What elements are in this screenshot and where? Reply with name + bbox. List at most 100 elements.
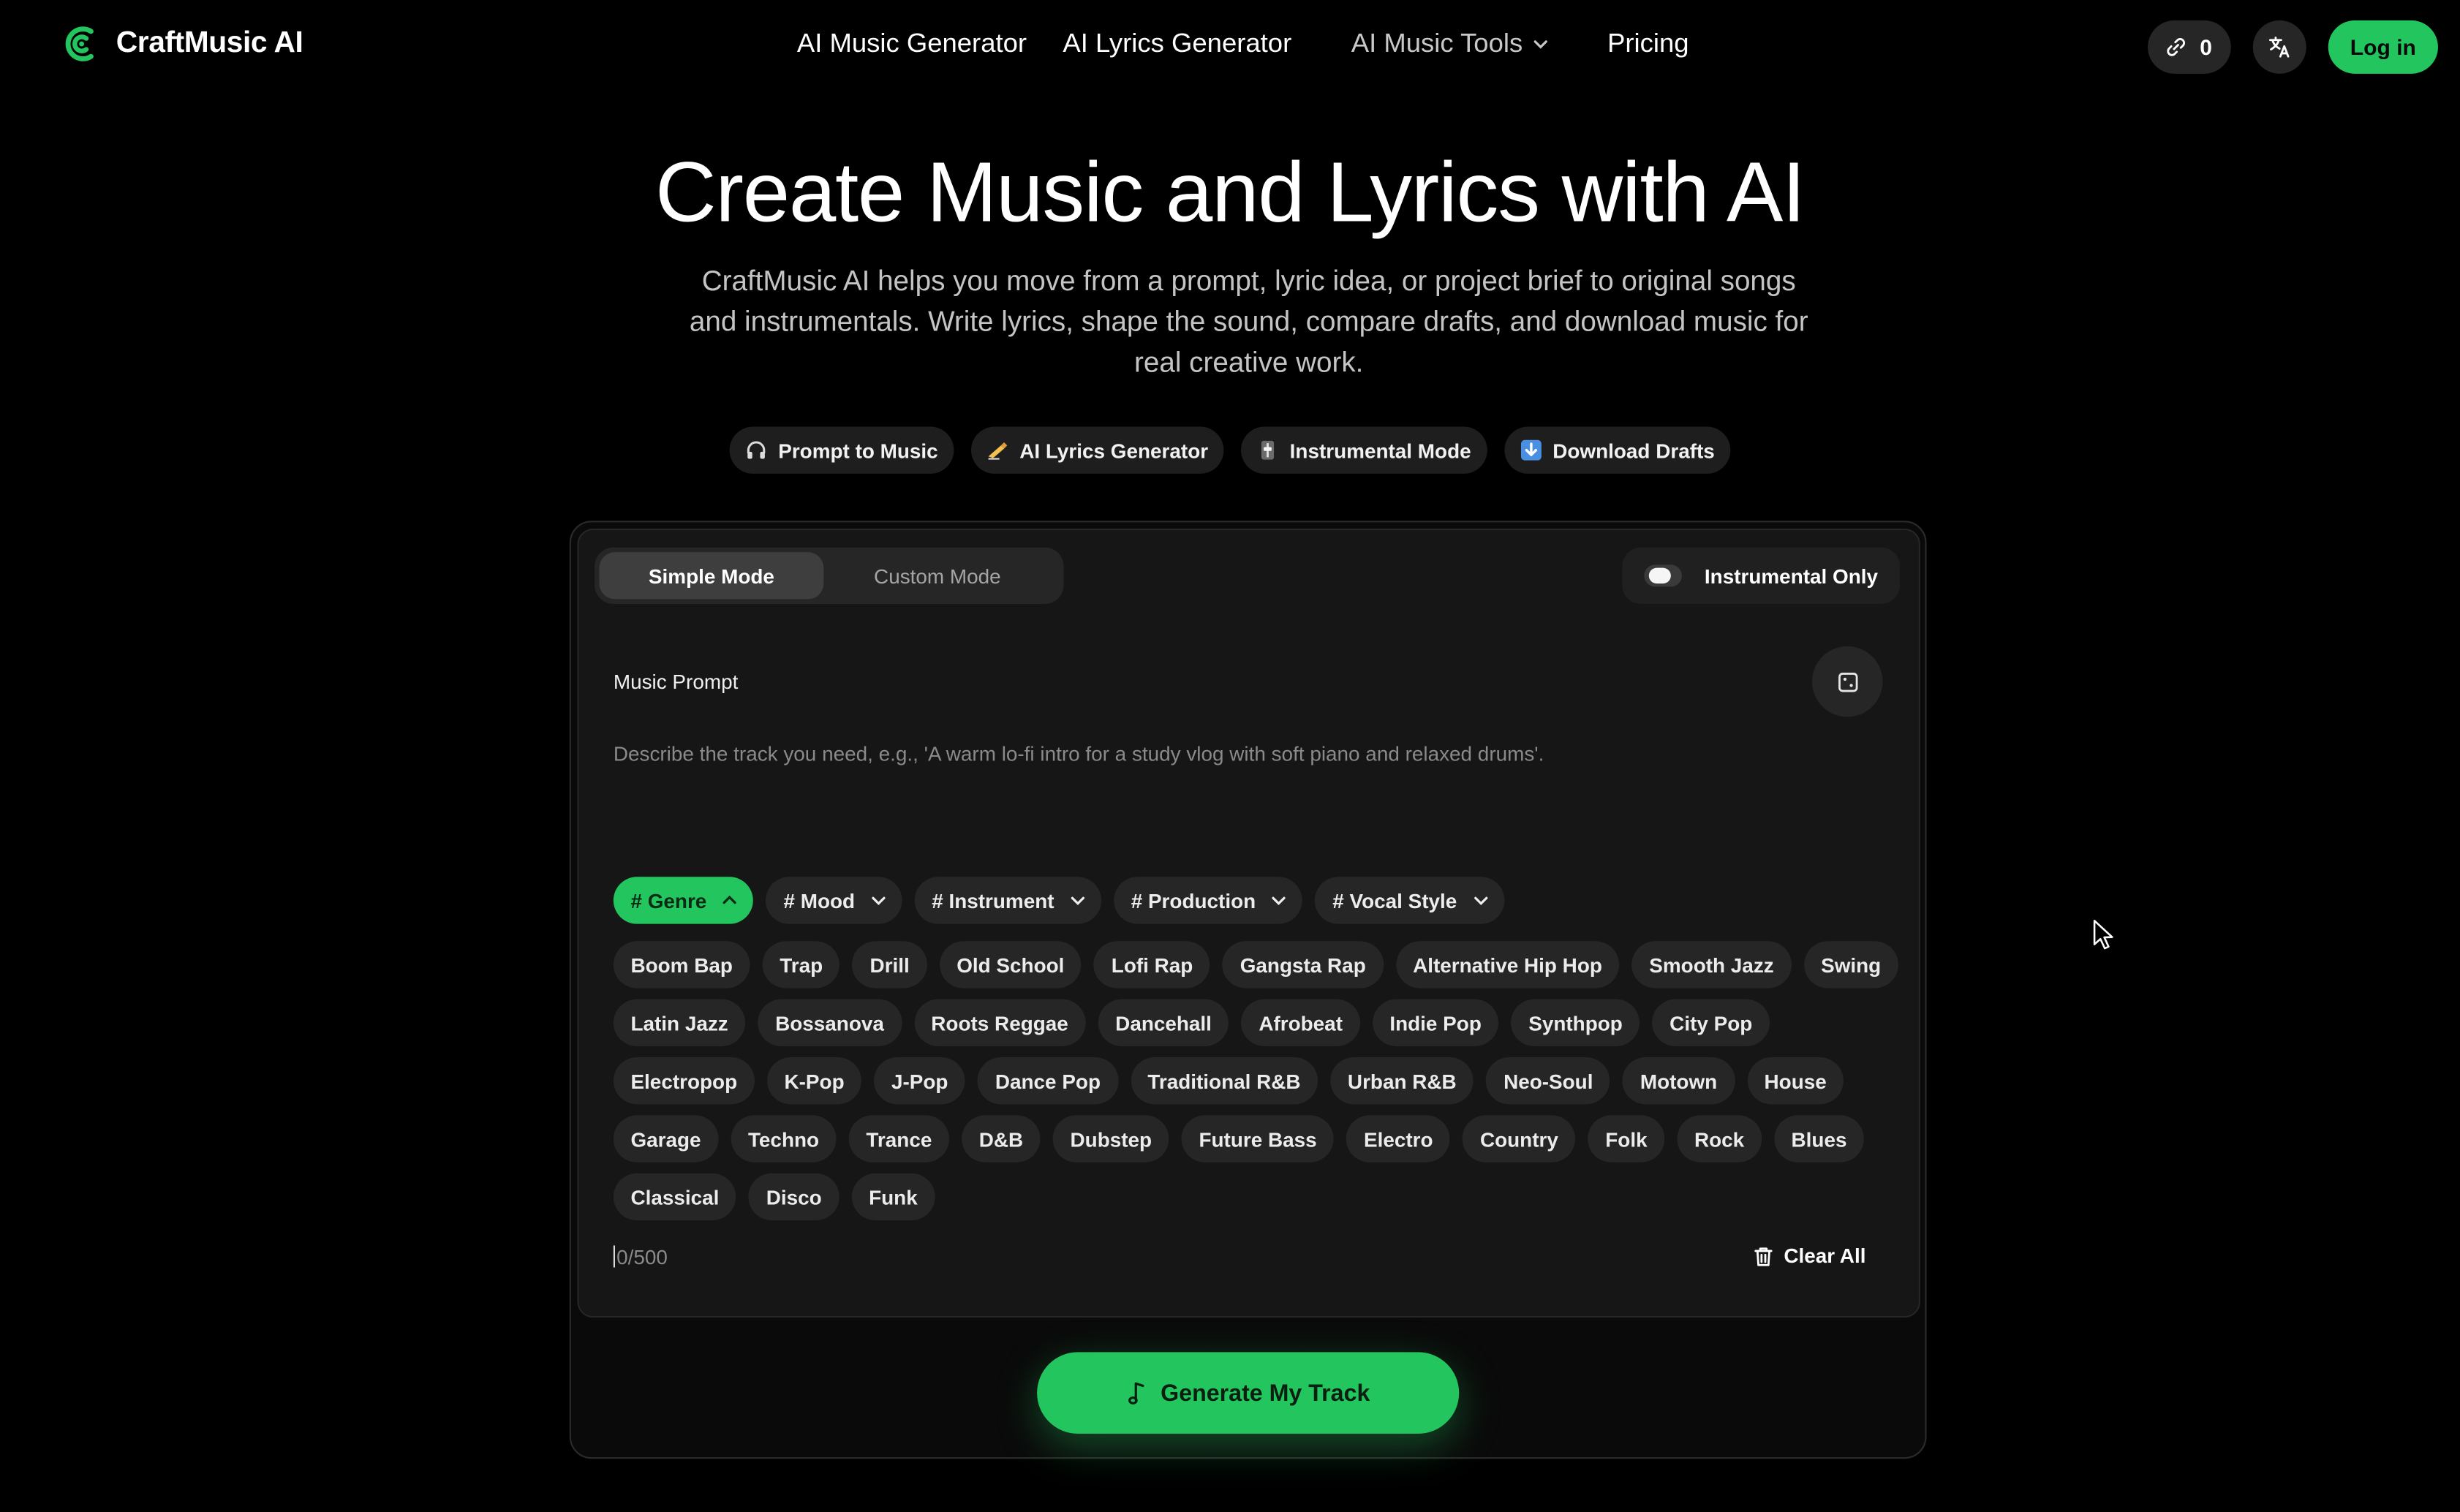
download-arrow-icon [1520, 439, 1542, 461]
generate-track-button[interactable]: Generate My Track [1037, 1352, 1460, 1434]
page-title: Create Music and Lyrics with AI [655, 145, 1806, 241]
instrumental-only-toggle[interactable]: Instrumental Only [1623, 547, 1901, 604]
category-genre[interactable]: # Genre [613, 877, 754, 924]
nav-ai-music-tools-label: AI Music Tools [1351, 28, 1523, 58]
feature-download-drafts: Download Drafts [1503, 426, 1731, 474]
genre-tag[interactable]: Smooth Jazz [1631, 941, 1792, 989]
genre-tag[interactable]: K-Pop [766, 1056, 862, 1105]
custom-mode-tab[interactable]: Custom Mode [823, 552, 1051, 599]
genre-tag[interactable]: Dubstep [1052, 1115, 1169, 1163]
category-mood[interactable]: # Mood [766, 877, 902, 924]
toggle-switch[interactable] [1645, 564, 1683, 587]
toggle-knob [1649, 567, 1672, 584]
nav-ai-music-tools[interactable]: AI Music Tools [1351, 29, 1548, 60]
genre-tag[interactable]: Motown [1623, 1056, 1735, 1105]
genre-tag[interactable]: Drill [852, 941, 927, 989]
genre-tag[interactable]: Country [1463, 1115, 1576, 1163]
genre-tag[interactable]: Synthpop [1511, 999, 1640, 1046]
chevron-up-icon [723, 895, 737, 904]
genre-tag[interactable]: Latin Jazz [613, 999, 746, 1046]
genre-tag[interactable]: Swing [1803, 941, 1898, 989]
genre-tag[interactable]: Urban R&B [1330, 1056, 1474, 1105]
tag-row: Latin Jazz Bossanova Roots Reggae Danceh… [613, 999, 1900, 1046]
brand[interactable]: CraftMusic AI [63, 25, 303, 62]
generate-label: Generate My Track [1161, 1379, 1370, 1407]
genre-tag[interactable]: Disco [749, 1173, 840, 1221]
tag-row: Boom Bap Trap Drill Old School Lofi Rap … [613, 941, 1900, 989]
genre-tag-list: Boom Bap Trap Drill Old School Lofi Rap … [613, 941, 1900, 1231]
genre-tag[interactable]: Roots Reggae [913, 999, 1086, 1046]
genre-tag[interactable]: Trap [762, 941, 840, 989]
counter-text: 0/500 [616, 1245, 668, 1269]
genre-tag[interactable]: City Pop [1652, 999, 1770, 1046]
category-production[interactable]: # Production [1114, 877, 1303, 924]
genre-tag[interactable]: Lofi Rap [1094, 941, 1210, 989]
feature-label: Instrumental Mode [1289, 438, 1471, 462]
genre-tag[interactable]: Funk [851, 1173, 935, 1221]
genre-tag[interactable]: Dancehall [1098, 999, 1229, 1046]
genre-tag[interactable]: Old School [939, 941, 1082, 989]
translate-icon [2268, 37, 2290, 58]
chevron-down-icon [1272, 896, 1286, 906]
genre-tag[interactable]: Electro [1346, 1115, 1451, 1163]
feature-prompt-to-music: Prompt to Music [729, 426, 954, 474]
clear-all-label: Clear All [1784, 1244, 1866, 1268]
nav-pricing[interactable]: Pricing [1607, 29, 1689, 60]
tag-row: Classical Disco Funk [613, 1173, 1900, 1221]
nav-ai-lyrics-generator[interactable]: AI Lyrics Generator [1063, 29, 1291, 60]
music-prompt-input[interactable] [613, 740, 1884, 854]
genre-tag[interactable]: J-Pop [874, 1056, 966, 1105]
genre-tag[interactable]: Traditional R&B [1130, 1056, 1318, 1105]
category-filters: # Genre # Mood # Instrument # Production… [613, 877, 1504, 924]
genre-tag[interactable]: Blues [1773, 1115, 1865, 1163]
category-instrument[interactable]: # Instrument [914, 877, 1101, 924]
genre-tag[interactable]: Indie Pop [1372, 999, 1499, 1046]
chevron-down-icon [1474, 896, 1487, 906]
slider-icon [1261, 440, 1275, 460]
genre-tag[interactable]: D&B [962, 1115, 1041, 1163]
tag-row: Garage Techno Trance D&B Dubstep Future … [613, 1115, 1900, 1163]
music-prompt-label: Music Prompt [613, 670, 739, 694]
genre-tag[interactable]: Boom Bap [613, 941, 750, 989]
login-button[interactable]: Log in [2328, 20, 2438, 74]
brand-logo-icon [65, 26, 94, 61]
feature-instrumental-mode: Instrumental Mode [1241, 426, 1487, 474]
trash-icon [1754, 1247, 1773, 1266]
feature-ai-lyrics: AI Lyrics Generator [970, 426, 1224, 474]
genre-tag[interactable]: Future Bass [1181, 1115, 1335, 1163]
genre-tag[interactable]: Garage [613, 1115, 719, 1163]
genre-tag[interactable]: Bossanova [758, 999, 902, 1046]
category-label: # Genre [630, 888, 707, 912]
genre-tag[interactable]: Techno [731, 1115, 837, 1163]
genre-tag[interactable]: Gangsta Rap [1223, 941, 1384, 989]
genre-tag[interactable]: Rock [1677, 1115, 1762, 1163]
random-prompt-button[interactable] [1811, 646, 1883, 717]
language-button[interactable] [2252, 20, 2306, 74]
category-label: # Vocal Style [1332, 888, 1457, 912]
category-vocal-style[interactable]: # Vocal Style [1315, 877, 1504, 924]
link-icon [2167, 38, 2186, 56]
genre-tag[interactable]: Alternative Hip Hop [1395, 941, 1620, 989]
genre-tag[interactable]: Trance [848, 1115, 949, 1163]
category-label: # Production [1131, 888, 1256, 912]
feature-label: Prompt to Music [778, 438, 938, 462]
clear-all-button[interactable]: Clear All [1752, 1244, 1865, 1267]
simple-mode-tab[interactable]: Simple Mode [599, 552, 824, 600]
nav-ai-music-generator[interactable]: AI Music Generator [797, 29, 1027, 60]
credits-count: 0 [2200, 34, 2213, 60]
genre-tag[interactable]: Afrobeat [1241, 999, 1360, 1046]
genre-tag[interactable]: Neo-Soul [1486, 1056, 1611, 1105]
genre-tag[interactable]: House [1746, 1056, 1844, 1105]
category-label: # Instrument [932, 888, 1054, 912]
genre-tag[interactable]: Folk [1588, 1115, 1665, 1163]
chevron-down-icon [1533, 40, 1547, 49]
character-counter: 0/500 [613, 1245, 668, 1269]
feature-label: AI Lyrics Generator [1019, 438, 1209, 462]
genre-tag[interactable]: Classical [613, 1173, 736, 1221]
genre-tag[interactable]: Electropop [613, 1056, 755, 1105]
mode-toggle: Simple Mode Custom Mode [595, 547, 1064, 604]
dice-icon [1838, 671, 1857, 692]
feature-label: Download Drafts [1552, 438, 1715, 462]
genre-tag[interactable]: Dance Pop [978, 1056, 1118, 1105]
credits-button[interactable]: 0 [2148, 20, 2231, 74]
